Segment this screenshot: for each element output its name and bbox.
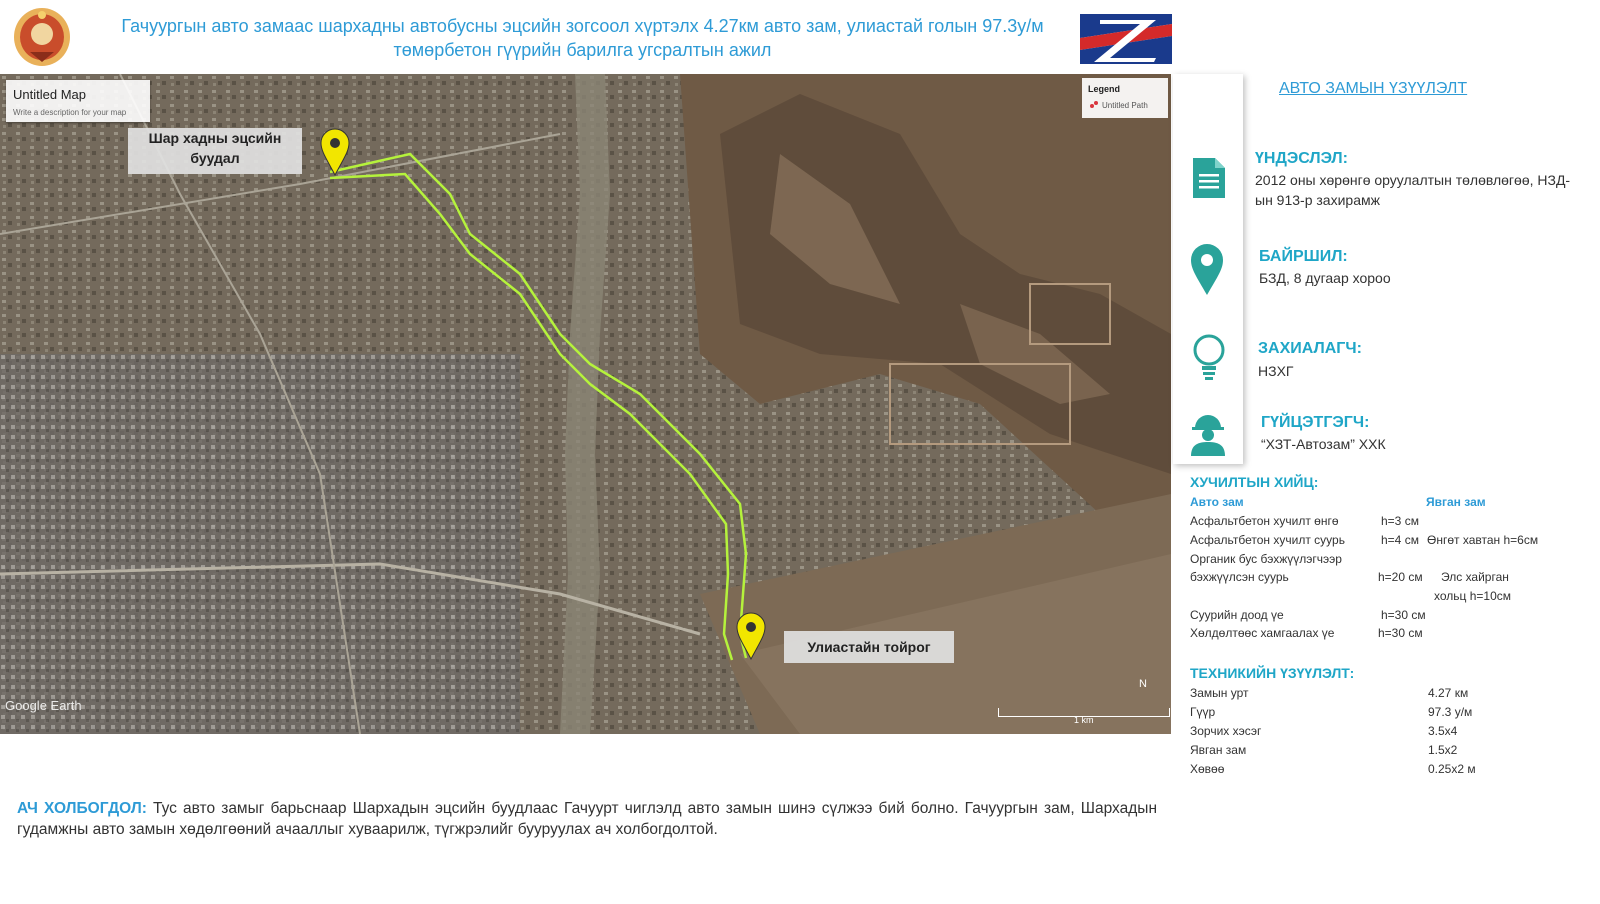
pavement-walk-value: хольц h=10см xyxy=(1434,589,1512,603)
pavement-label: бэхжүүлсэн суурь xyxy=(1190,570,1289,584)
location-pin-icon xyxy=(1191,244,1223,295)
lightbulb-icon xyxy=(1193,334,1225,380)
north-arrow-icon: N xyxy=(1139,678,1147,690)
end-pin-icon[interactable] xyxy=(736,612,766,660)
tech-label: Гүүр xyxy=(1190,705,1216,719)
tech-label: Явган зам xyxy=(1190,743,1247,757)
pavement-label: Асфальтбетон хучилт суурь xyxy=(1190,533,1345,547)
page-title: Гачуургын авто замаас шархадны автобусны… xyxy=(121,16,1044,60)
pavement-road-value: h=3 см xyxy=(1381,514,1419,528)
location-text: БЗД, 8 дугаар хороо xyxy=(1259,270,1391,286)
contractor-text: “ХЗТ-Автозам” ХХК xyxy=(1261,436,1386,452)
tech-label: Хөвөө xyxy=(1190,762,1225,776)
pavement-title: ХУЧИЛТЫН ХИЙЦ: xyxy=(1190,474,1319,490)
map-legend: Legend Untitled Path xyxy=(1082,78,1168,118)
map-description: Write a description for your map xyxy=(13,108,127,117)
pavement-col-walk: Явган зам xyxy=(1426,495,1486,509)
map-title-box: Untitled Map Write a description for you… xyxy=(6,80,150,122)
basis-text: 2012 оны хөрөнгө оруулалтын төлөвлөгөө, … xyxy=(1255,172,1571,208)
tech-value: 1.5х2 xyxy=(1428,743,1458,757)
pavement-road-value: h=30 см xyxy=(1381,608,1426,622)
pavement-road-value: h=4 см xyxy=(1381,533,1419,547)
legend-item: Untitled Path xyxy=(1102,101,1148,110)
start-label: Шар хадны эцсийн буудал xyxy=(128,128,302,174)
panel-heading-link[interactable]: АВТО ЗАМЫН ҮЗҮҮЛЭЛТ xyxy=(1279,80,1467,98)
client-text: НЗХГ xyxy=(1258,363,1294,379)
tech-value: 0.25х2 м xyxy=(1428,762,1476,776)
document-icon xyxy=(1193,158,1225,198)
client-title: ЗАХИАЛАГЧ: xyxy=(1258,340,1362,357)
satellite-map[interactable]: Untitled Map Write a description for you… xyxy=(0,74,1171,734)
end-label: Улиастайн тойрог xyxy=(784,631,954,663)
location-title: БАЙРШИЛ: xyxy=(1259,248,1348,265)
worker-icon xyxy=(1191,415,1225,456)
contractor-title: ГҮЙЦЭТГЭГЧ: xyxy=(1261,414,1370,431)
pavement-walk-value: Өнгөт хавтан h=6см xyxy=(1427,533,1539,547)
pavement-road-value: h=20 см xyxy=(1378,570,1423,584)
scale-label: 1 km xyxy=(1074,715,1094,725)
start-pin-icon[interactable] xyxy=(320,128,350,176)
tech-value: 4.27 км xyxy=(1428,686,1469,700)
tech-value: 3.5х4 xyxy=(1428,724,1458,738)
path-icon xyxy=(1090,101,1098,108)
company-logo xyxy=(1080,14,1172,64)
pavement-road-value: h=30 см xyxy=(1378,626,1423,640)
emblem-logo xyxy=(12,6,72,68)
tech-label: Замын урт xyxy=(1190,686,1249,700)
pavement-walk-value: Элс хайрган xyxy=(1441,570,1509,584)
significance-paragraph: АЧ ХОЛБОГДОЛ: Тус авто замыг барьснаар Ш… xyxy=(17,798,1157,840)
significance-label: АЧ ХОЛБОГДОЛ: xyxy=(17,800,147,817)
map-title: Untitled Map xyxy=(13,87,86,102)
tech-label: Зорчих хэсэг xyxy=(1190,724,1262,738)
legend-title: Legend xyxy=(1088,84,1121,94)
pavement-label: Суурийн доод үе xyxy=(1190,608,1284,622)
significance-text: Тус авто замыг барьснаар Шархадын эцсийн… xyxy=(17,800,1157,838)
google-earth-watermark: Google Earth xyxy=(5,698,82,713)
pavement-label: Хөлдөлтөөс хамгаалах үе xyxy=(1190,626,1335,640)
basis-title: ҮНДЭСЛЭЛ: xyxy=(1255,150,1348,167)
pavement-col-road: Авто зам xyxy=(1190,495,1244,509)
tech-title: ТЕХНИКИЙН ҮЗҮҮЛЭЛТ: xyxy=(1190,665,1355,681)
pavement-label: Асфальтбетон хучилт өнгө xyxy=(1190,514,1339,528)
tech-value: 97.3 у/м xyxy=(1428,705,1473,719)
pavement-label: Органик бус бэхжүүлэгчээр xyxy=(1190,552,1342,566)
